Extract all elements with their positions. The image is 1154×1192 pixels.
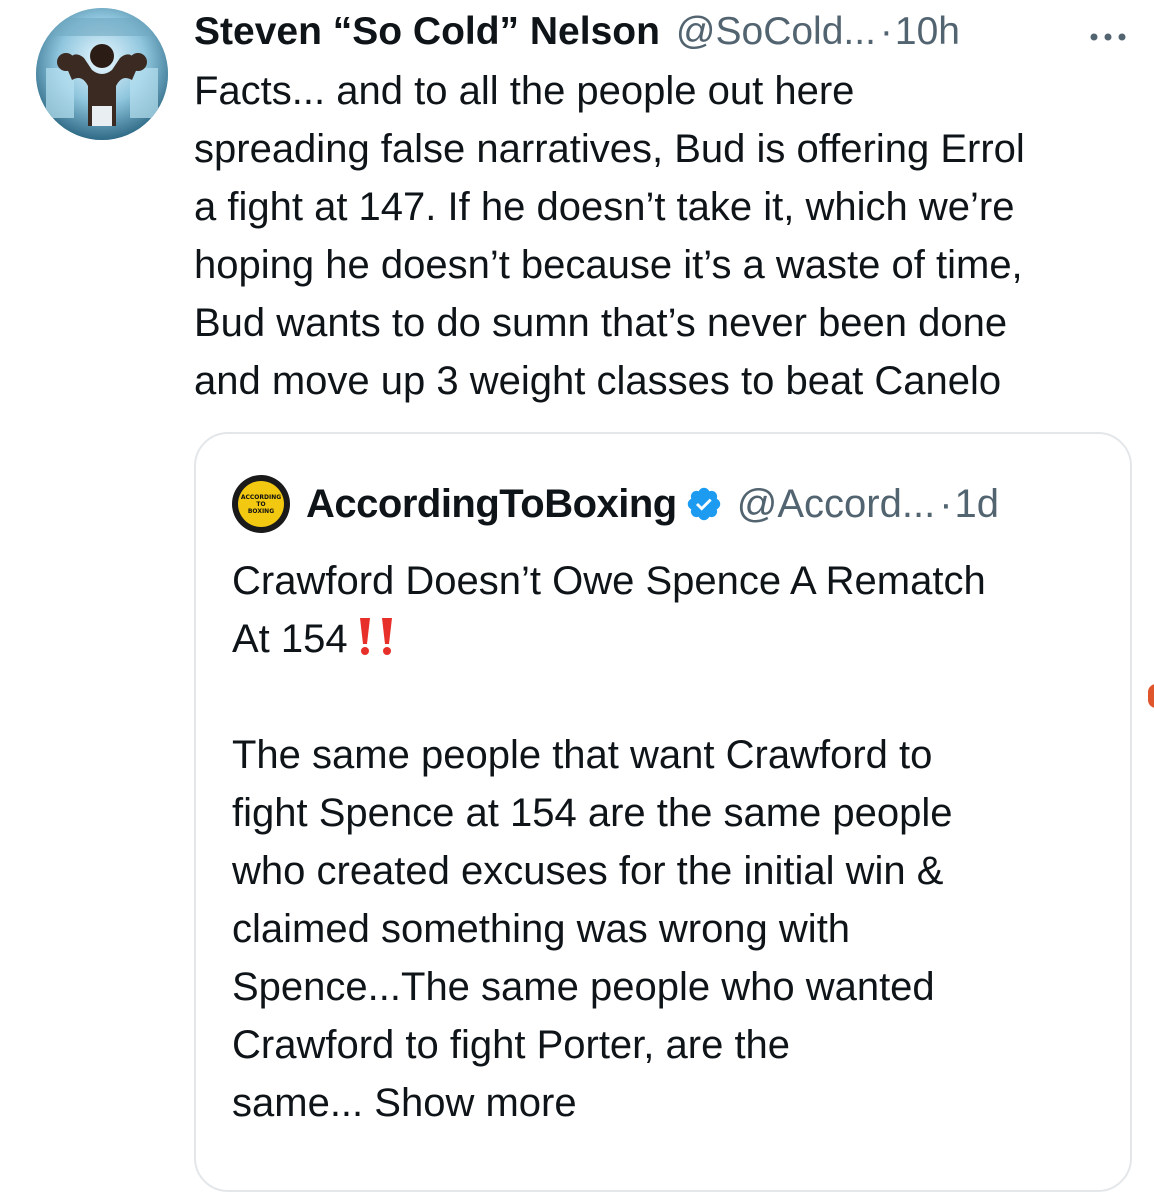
quoted-author-handle[interactable]: @Accord... — [737, 482, 935, 527]
double-exclamation-icon — [359, 618, 392, 655]
more-horizontal-icon — [1090, 33, 1126, 41]
logo-text-line: ACCORDING — [240, 493, 282, 501]
quoted-tweet-card[interactable]: ACCORDING TO BOXING AccordingToBoxing @A… — [194, 432, 1132, 1192]
quoted-title-text: At 154 — [232, 617, 348, 661]
quoted-title-line: At 154 — [232, 610, 1112, 668]
separator-dot: · — [939, 481, 953, 526]
according-to-boxing-logo: ACCORDING TO BOXING — [238, 481, 284, 527]
tweet-text-line: a fight at 147. If he doesn’t take it, w… — [194, 185, 1015, 229]
author-handle[interactable]: @SoCold... — [676, 8, 876, 56]
quoted-title-line: Crawford Doesn’t Owe Spence A Rematch — [232, 559, 986, 603]
tweet-text: Facts... and to all the people out here … — [194, 62, 1144, 410]
logo-text-line: BOXING — [247, 507, 275, 515]
quoted-body-line: The same people that want Crawford to — [232, 733, 933, 777]
tweet-text-line: and move up 3 weight classes to beat Can… — [194, 359, 1002, 403]
partial-edge-element — [1148, 684, 1154, 708]
quoted-body-line: who created excuses for the initial win … — [232, 849, 944, 893]
quoted-author-name[interactable]: AccordingToBoxing — [306, 482, 677, 527]
tweet-text-line: spreading false narratives, Bud is offer… — [194, 127, 1025, 171]
logo-text-line: TO — [256, 500, 266, 508]
separator-dot: · — [879, 10, 893, 53]
quoted-body-text: same... — [232, 1081, 364, 1125]
author-name[interactable]: Steven “So Cold” Nelson — [194, 8, 660, 56]
boxer-avatar-icon — [36, 8, 168, 140]
tweet-text-line: Facts... and to all the people out here — [194, 69, 855, 113]
author-avatar[interactable] — [36, 8, 168, 140]
quoted-body-line: same... Show more — [232, 1074, 1112, 1132]
quoted-tweet-header: ACCORDING TO BOXING AccordingToBoxing @A… — [232, 475, 1000, 533]
tweet-text-line: Bud wants to do sumn that’s never been d… — [194, 301, 1008, 345]
tweet-text-line: hoping he doesn’t because it’s a waste o… — [194, 243, 1023, 287]
quoted-body-line: Spence...The same people who wanted — [232, 965, 935, 1009]
show-more-link[interactable]: Show more — [374, 1081, 576, 1125]
quoted-body-line: claimed something was wrong with — [232, 907, 851, 951]
quoted-body-line: Crawford to fight Porter, are the — [232, 1023, 791, 1067]
verified-badge-icon — [687, 487, 720, 521]
quoted-author-avatar[interactable]: ACCORDING TO BOXING — [232, 475, 290, 533]
quoted-tweet-timestamp[interactable]: 1d — [955, 482, 1000, 527]
tweet-timestamp[interactable]: 10h — [895, 8, 960, 56]
more-options-button[interactable] — [1086, 16, 1130, 46]
quoted-tweet-text: Crawford Doesn’t Owe Spence A Rematch At… — [232, 552, 1112, 1132]
quoted-body-line: fight Spence at 154 are the same people — [232, 791, 953, 835]
tweet-header: Steven “So Cold” Nelson @SoCold... · 10h — [194, 8, 1130, 56]
